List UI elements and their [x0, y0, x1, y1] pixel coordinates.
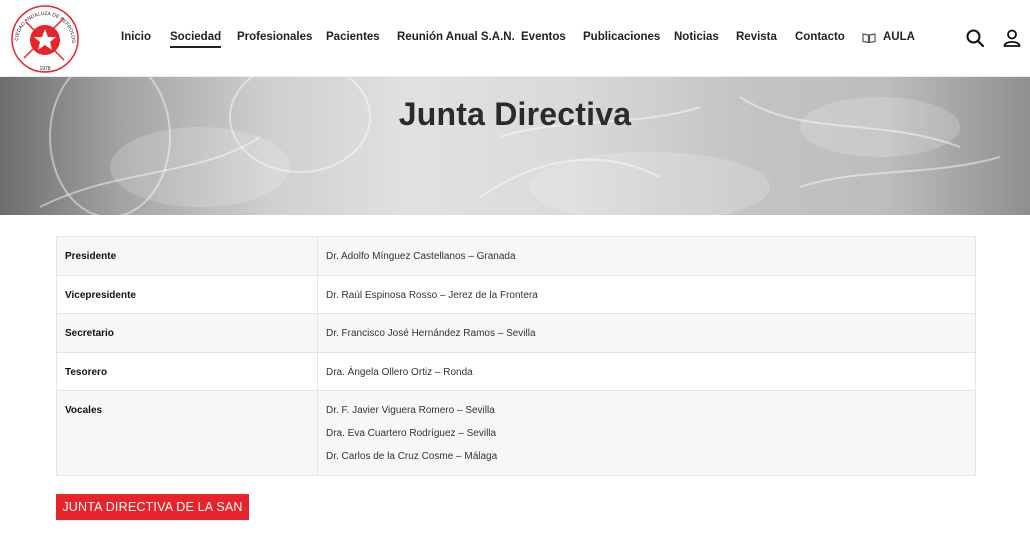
table-row: Tesorero Dra. Ángela Ollero Ortiz – Rond… [56, 351, 976, 392]
nav-profesionales[interactable]: Profesionales [237, 31, 312, 43]
junta-directiva-button[interactable]: JUNTA DIRECTIVA DE LA SAN [56, 494, 249, 520]
person-cell: Dr. Adolfo Mínguez Castellanos – Granada [317, 236, 976, 276]
vocal-name: Dr. Carlos de la Cruz Cosme – Málaga [326, 451, 498, 463]
nav-aula[interactable]: AULA [883, 31, 915, 43]
nav-noticias[interactable]: Noticias [674, 31, 719, 43]
hero-banner: Junta Directiva [0, 77, 1030, 215]
person-cell: Dra. Ángela Ollero Ortiz – Ronda [317, 351, 976, 392]
nav-publicaciones[interactable]: Publicaciones [583, 31, 660, 43]
role-cell: Secretario [56, 313, 318, 353]
book-icon [862, 33, 876, 43]
person-cell: Dr. Francisco José Hernández Ramos – Sev… [317, 313, 976, 353]
nav-pacientes[interactable]: Pacientes [326, 31, 380, 43]
nav-inicio[interactable]: Inicio [121, 31, 151, 43]
nav-revista[interactable]: Revista [736, 31, 777, 43]
logo-year: 1978 [39, 66, 50, 72]
table-row: Secretario Dr. Francisco José Hernández … [56, 313, 976, 353]
user-icon[interactable] [1002, 28, 1022, 48]
person-cell: Dr. F. Javier Viguera Romero – Sevilla D… [317, 390, 976, 477]
nav-contacto[interactable]: Contacto [795, 31, 845, 43]
person-cell: Dr. Raúl Espinosa Rosso – Jerez de la Fr… [317, 274, 976, 315]
table-row: Vocales Dr. F. Javier Viguera Romero – S… [56, 390, 976, 477]
site-header: SOCIEDAD ANDALUZA DE NEFROLOGIA 1978 Ini… [0, 0, 1030, 77]
board-table: Presidente Dr. Adolfo Mínguez Castellano… [56, 236, 976, 477]
table-row: Presidente Dr. Adolfo Mínguez Castellano… [56, 236, 976, 276]
role-cell: Vocales [56, 390, 318, 477]
vocal-name: Dra. Eva Cuartero Rodríguez – Sevilla [326, 428, 497, 440]
role-cell: Presidente [56, 236, 318, 276]
nav-sociedad[interactable]: Sociedad [170, 31, 222, 48]
search-icon[interactable] [965, 28, 985, 48]
site-logo[interactable]: SOCIEDAD ANDALUZA DE NEFROLOGIA 1978 [10, 4, 80, 74]
table-row: Vicepresidente Dr. Raúl Espinosa Rosso –… [56, 274, 976, 315]
page-title: Junta Directiva [398, 96, 632, 132]
role-cell: Vicepresidente [56, 274, 318, 315]
nav-reunion-anual[interactable]: Reunión Anual S.A.N. [397, 31, 515, 43]
nav-eventos[interactable]: Eventos [521, 31, 566, 43]
role-cell: Tesorero [56, 351, 318, 392]
vocal-name: Dr. F. Javier Viguera Romero – Sevilla [326, 405, 495, 417]
